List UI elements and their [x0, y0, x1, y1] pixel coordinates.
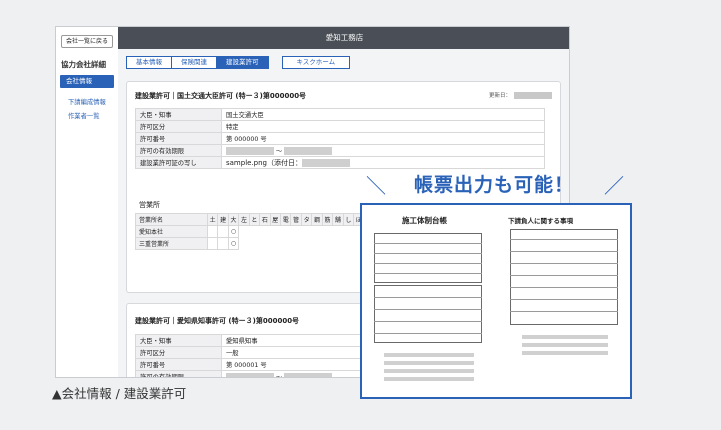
doc-text-bar: [522, 343, 608, 347]
field-value: 国土交通大臣: [221, 108, 545, 121]
field-label: 大臣・知事: [135, 334, 222, 347]
trade-header-cell: 大: [227, 213, 240, 226]
sidebar-item-subcontract-info[interactable]: 下請編成情報: [68, 97, 106, 106]
doc-line: [374, 273, 482, 274]
table-cell: [217, 237, 229, 250]
doc-text-bar: [384, 361, 474, 365]
field-label: 許可の有効期限: [135, 144, 222, 157]
table-cell: [217, 225, 229, 238]
field-value: 特定: [221, 120, 545, 133]
doc-line: [374, 321, 482, 322]
tab-bar: 基本情報 保険関連 建設業許可 キスクホーム: [126, 56, 351, 69]
sidebar: 協力会社詳細 会社情報 下請編成情報 作業者一覧: [56, 49, 118, 377]
doc-text-bar: [384, 353, 474, 357]
trade-header-cell: 石: [259, 213, 271, 226]
top-bar: 会社一覧に戻る 愛知工務店: [56, 27, 569, 49]
trade-header-cell: 建: [217, 213, 229, 226]
doc-text-bar: [522, 351, 608, 355]
sidebar-item-company-info[interactable]: 会社情報: [60, 75, 114, 88]
doc-text-bar: [384, 377, 474, 381]
window-title: 愛知工務店: [118, 27, 569, 49]
doc1-frame-bottom: [374, 285, 482, 343]
trade-header-cell: 屋: [269, 213, 282, 226]
date-separator: ～: [276, 374, 283, 378]
tab-kiss-home[interactable]: キスクホーム: [281, 56, 351, 69]
doc-line: [374, 309, 482, 310]
sidebar-title: 協力会社詳細: [61, 60, 106, 69]
office-table: 営業所名土建大左と石屋電管タ鋼筋舗しほガ 愛知本社○ 三重営業所○: [135, 213, 375, 250]
sidebar-item-workers[interactable]: 作業者一覧: [68, 111, 99, 120]
figure-caption: ▲会社情報 / 建設業許可: [52, 386, 187, 401]
tab-construction-permit[interactable]: 建設業許可: [216, 56, 269, 69]
permit-title: 建設業許可｜国土交通大臣許可 (特ー３)第000000号: [135, 92, 307, 100]
report-output-callout: 施工体制台帳 下請負人に関する事項: [360, 203, 632, 399]
doc-title-subcontractor: 下請負人に関する事項: [508, 217, 573, 225]
trade-header-cell: 電: [279, 213, 292, 226]
trade-header-cell: 舗: [332, 213, 344, 226]
field-value: 第 000000 号: [221, 132, 545, 145]
field-value: ～: [221, 144, 545, 157]
field-label: 大臣・知事: [135, 108, 222, 121]
attach-date-box: [302, 158, 350, 167]
trade-header-cell: と: [248, 213, 261, 226]
date-from-box: [226, 147, 274, 155]
doc-line: [510, 275, 618, 276]
date-to-box: [284, 147, 333, 155]
date-separator: ～: [276, 148, 283, 155]
doc-line: [374, 263, 482, 264]
table-cell: [206, 225, 219, 238]
permit-table: 大臣・知事 国土交通大臣 許可区分 特定 許可番号第 000000 号 許可の有効期…: [135, 108, 545, 169]
field-value: sample.png（添付日：: [221, 156, 545, 169]
trade-header-cell: タ: [300, 213, 313, 226]
callout-slash-right: ／: [604, 174, 624, 198]
doc-line: [374, 333, 482, 334]
doc-line: [510, 239, 618, 240]
trade-header-cell: し: [342, 213, 355, 226]
updated-label: 更新日：: [488, 93, 511, 99]
permit-title: 建設業許可｜愛知県知事許可 (特ー３)第000000号: [135, 317, 300, 325]
updated-date: 更新日：: [489, 91, 552, 99]
field-label: 許可番号: [135, 358, 222, 371]
trade-mark: ○: [227, 237, 240, 250]
table-cell: [206, 237, 219, 250]
field-label: 許可区分: [135, 346, 222, 359]
trade-header-cell: 鋼: [311, 213, 323, 226]
callout-title: 帳票出力も可能！: [413, 174, 574, 196]
trade-header-cell: 土: [206, 213, 219, 226]
doc-line: [374, 243, 482, 244]
doc-text-bar: [384, 369, 474, 373]
doc-text-bar: [522, 335, 608, 339]
trade-header-cell: 左: [238, 213, 250, 226]
date-from-box: [226, 373, 274, 377]
field-label: 許可番号: [135, 132, 222, 145]
updated-date-value: [514, 92, 552, 99]
field-label: 許可の有効期限: [135, 370, 222, 377]
office-header: 営業所名: [135, 213, 208, 226]
trade-header-cell: 筋: [321, 213, 334, 226]
doc1-frame-top: [374, 233, 482, 283]
doc-line: [374, 253, 482, 254]
attachment-link[interactable]: sample.png（添付日：: [226, 159, 302, 167]
tab-insurance[interactable]: 保険関連: [171, 56, 217, 69]
doc-line: [510, 287, 618, 288]
doc-line: [510, 311, 618, 312]
tab-basic-info[interactable]: 基本情報: [126, 56, 172, 69]
doc-line: [510, 263, 618, 264]
date-to-box: [284, 373, 333, 377]
trade-header-cell: 管: [290, 213, 302, 226]
field-label: 許可区分: [135, 120, 222, 133]
offices-label: 営業所: [139, 201, 160, 209]
doc-line: [374, 297, 482, 298]
doc-line: [510, 299, 618, 300]
trade-mark: ○: [227, 225, 240, 238]
office-name: 三重営業所: [135, 237, 208, 250]
back-to-company-list-button[interactable]: 会社一覧に戻る: [61, 35, 113, 48]
doc-title-construction-ledger: 施工体制台帳: [402, 216, 447, 225]
field-label: 建設業許可証の写し: [135, 156, 222, 169]
doc-line: [510, 251, 618, 252]
office-name: 愛知本社: [135, 225, 208, 238]
